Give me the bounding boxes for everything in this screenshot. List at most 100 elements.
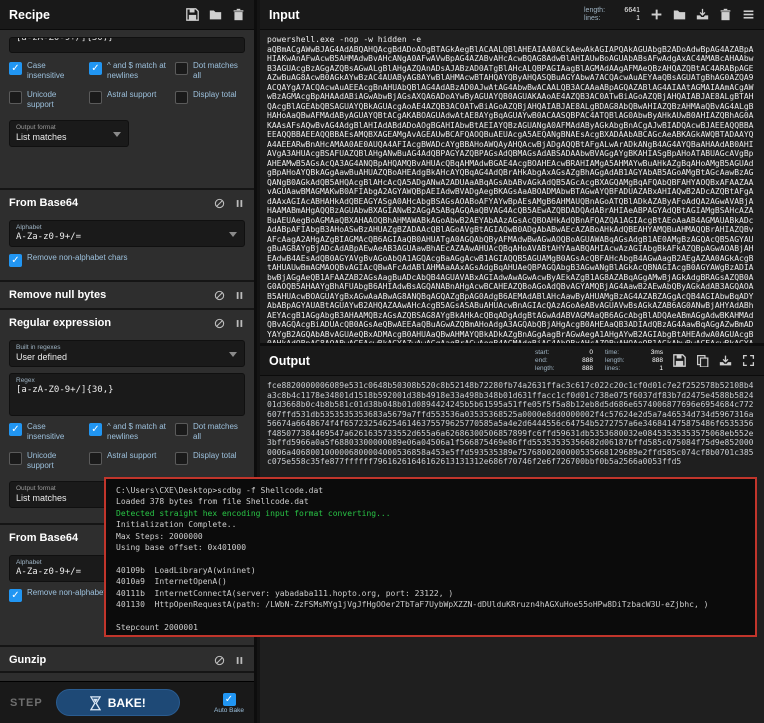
output-selection-meta: start: 0 end: 888 length: 888 bbox=[535, 349, 593, 372]
add-input-tab-icon[interactable] bbox=[650, 8, 663, 21]
operation-title-bar[interactable]: Regular expression bbox=[0, 673, 254, 681]
chevron-down-icon bbox=[229, 351, 237, 357]
checkbox-case-insensitive[interactable]: ✓ Case insensitive bbox=[9, 422, 85, 442]
operation-args: [a-zA-Z0-9+/]{30,} ✓ Case insensitive ✓ ^ … bbox=[0, 30, 254, 162]
input-menu-bars-icon[interactable] bbox=[742, 8, 755, 21]
disable-operation-icon[interactable] bbox=[214, 198, 225, 209]
breakpoint-pause-icon[interactable] bbox=[234, 290, 245, 301]
checkbox-unchecked-icon bbox=[9, 452, 22, 465]
checkbox-remove-non-alphabet[interactable]: ✓ Remove non-alphabet chars bbox=[9, 253, 245, 267]
output-end: end: 888 bbox=[535, 357, 593, 364]
save-output-icon[interactable] bbox=[673, 354, 686, 367]
start-label: start: bbox=[535, 349, 550, 356]
start-value: 0 bbox=[589, 349, 593, 356]
checkbox-display-total[interactable]: Display total bbox=[175, 451, 245, 471]
output-title: Output bbox=[269, 353, 310, 368]
input-meta-col: length: 6641 lines: 1 bbox=[584, 7, 640, 22]
save-recipe-icon[interactable] bbox=[186, 8, 199, 21]
checkbox-display-total[interactable]: Display total bbox=[175, 90, 245, 110]
operation-gunzip[interactable]: Gunzip bbox=[0, 647, 254, 673]
checkbox-match-at-newlines[interactable]: ✓ ^ and $ match at newlines bbox=[89, 61, 171, 81]
checkbox-dot-matches-all[interactable]: Dot matches all bbox=[175, 422, 245, 442]
recipe-title: Recipe bbox=[9, 7, 50, 22]
open-file-tray-icon[interactable] bbox=[696, 8, 709, 21]
checkbox-label: Display total bbox=[193, 90, 237, 99]
input-length: length: 6641 bbox=[584, 7, 640, 14]
operation-regular-expression-partial[interactable]: [a-zA-Z0-9+/]{30,} ✓ Case insensitive ✓ ^ … bbox=[0, 30, 254, 190]
disable-operation-icon[interactable] bbox=[214, 290, 225, 301]
checkbox-unicode-support[interactable]: Unicode support bbox=[9, 451, 85, 471]
terminal-line: Max Steps: 2000000 bbox=[116, 531, 203, 541]
operation-title-bar[interactable]: Remove null bytes bbox=[0, 282, 254, 306]
terminal-line: Initialization Complete.. bbox=[116, 520, 237, 530]
terminal-line: Stepcount 2000001 bbox=[116, 622, 198, 632]
breakpoint-pause-icon[interactable] bbox=[234, 318, 245, 329]
checkbox-astral-support[interactable]: Astral support bbox=[89, 90, 171, 110]
regex-field[interactable]: Regex [a-zA-Z0-9+/]{30,} bbox=[9, 373, 245, 416]
disable-operation-icon[interactable] bbox=[214, 318, 225, 329]
checkbox-checked-icon: ✓ bbox=[89, 423, 102, 436]
length-value: 6641 bbox=[624, 7, 640, 14]
output-format-value: List matches bbox=[16, 493, 67, 503]
input-meta: length: 6641 lines: 1 bbox=[584, 7, 640, 22]
maximise-output-icon[interactable] bbox=[742, 354, 755, 367]
open-folder-icon[interactable] bbox=[673, 8, 686, 21]
regex-field-clipped[interactable]: [a-zA-Z0-9+/]{30,} bbox=[9, 37, 245, 53]
output-length: length: 888 bbox=[605, 357, 663, 364]
operation-title-bar[interactable]: Gunzip bbox=[0, 647, 254, 671]
operation-title: Remove null bytes bbox=[9, 289, 107, 301]
operation-icons bbox=[214, 290, 245, 301]
output-lines: lines: 1 bbox=[605, 365, 663, 372]
recipe-header-icons bbox=[186, 8, 245, 21]
scdbg-terminal-window: C:\Users\CXE\Desktop>scdbg -f Shellcode.… bbox=[104, 477, 757, 637]
copy-output-icon[interactable] bbox=[696, 354, 709, 367]
built-in-regexes-value: User defined bbox=[16, 352, 68, 362]
regex-field-clipped-value: [a-zA-Z0-9+/]{30,} bbox=[16, 37, 114, 43]
output-time: time: 3ms bbox=[605, 349, 663, 356]
checkbox-unicode-support[interactable]: Unicode support bbox=[9, 90, 85, 110]
regex-options-grid: ✓ Case insensitive ✓ ^ and $ match at newl… bbox=[9, 61, 245, 110]
length-label: length: bbox=[584, 7, 606, 14]
operation-regular-expression-2[interactable]: Regular expression bbox=[0, 673, 254, 681]
breakpoint-pause-icon[interactable] bbox=[234, 198, 245, 209]
terminal-line: C:\Users\CXE\Desktop>scdbg -f Shellcode.… bbox=[116, 486, 324, 495]
bake-button[interactable]: BAKE! bbox=[55, 689, 180, 716]
auto-bake-label: Auto Bake bbox=[214, 706, 244, 714]
replace-input-icon[interactable] bbox=[719, 354, 732, 367]
output-format-label: Output format bbox=[16, 485, 56, 492]
alphabet-label: Alphabet bbox=[16, 224, 42, 231]
chevron-down-icon bbox=[113, 131, 121, 137]
clear-io-trash-icon[interactable] bbox=[719, 8, 732, 21]
disable-operation-icon[interactable] bbox=[214, 655, 225, 666]
input-header: Input length: 6641 lines: 1 bbox=[260, 0, 764, 30]
output-format-label: Output format bbox=[16, 124, 56, 131]
checkbox-dot-matches-all[interactable]: Dot matches all bbox=[175, 61, 245, 81]
checkbox-match-at-newlines[interactable]: ✓ ^ and $ match at newlines bbox=[89, 422, 171, 442]
regex-label: Regex bbox=[16, 377, 35, 384]
clear-recipe-trash-icon[interactable] bbox=[232, 8, 245, 21]
terminal-line: Detected straight hex encoding input for… bbox=[116, 508, 391, 518]
input-textarea[interactable]: powershell.exe -nop -w hidden -e aQBmACg… bbox=[260, 30, 764, 343]
recipe-controls-bar: STEP BAKE! ✓ Auto Bake bbox=[0, 681, 254, 723]
terminal-line: Loaded 378 bytes from file Shellcode.dat bbox=[116, 497, 309, 507]
checkbox-unchecked-icon bbox=[89, 452, 102, 465]
output-format-select[interactable]: Output format List matches bbox=[9, 120, 129, 147]
operation-title-bar[interactable]: Regular expression bbox=[0, 310, 254, 334]
checkbox-case-insensitive[interactable]: ✓ Case insensitive bbox=[9, 61, 85, 81]
operation-from-base64[interactable]: From Base64 Alphabet A-Za-z0-9+/= ✓ Remov… bbox=[0, 190, 254, 282]
built-in-regexes-select[interactable]: Built in regexes User defined bbox=[9, 340, 245, 367]
terminal-line: 40111b InternetConnectA(server: yabadaba… bbox=[116, 588, 454, 598]
terminal-line: Using base offset: 0x401000 bbox=[116, 543, 247, 553]
load-recipe-folder-icon[interactable] bbox=[209, 8, 222, 21]
auto-bake-toggle[interactable]: ✓ Auto Bake bbox=[214, 692, 244, 714]
operation-remove-null-bytes[interactable]: Remove null bytes bbox=[0, 282, 254, 310]
checkbox-astral-support[interactable]: Astral support bbox=[89, 451, 171, 471]
operation-title-bar[interactable]: From Base64 bbox=[0, 190, 254, 214]
alphabet-select[interactable]: Alphabet A-Za-z0-9+/= bbox=[9, 220, 245, 247]
step-button[interactable]: STEP bbox=[10, 697, 43, 709]
regex-value: [a-zA-Z0-9+/]{30,} bbox=[16, 385, 114, 395]
lines-label: lines: bbox=[605, 365, 621, 372]
operation-icons bbox=[214, 318, 245, 329]
breakpoint-pause-icon[interactable] bbox=[234, 655, 245, 666]
